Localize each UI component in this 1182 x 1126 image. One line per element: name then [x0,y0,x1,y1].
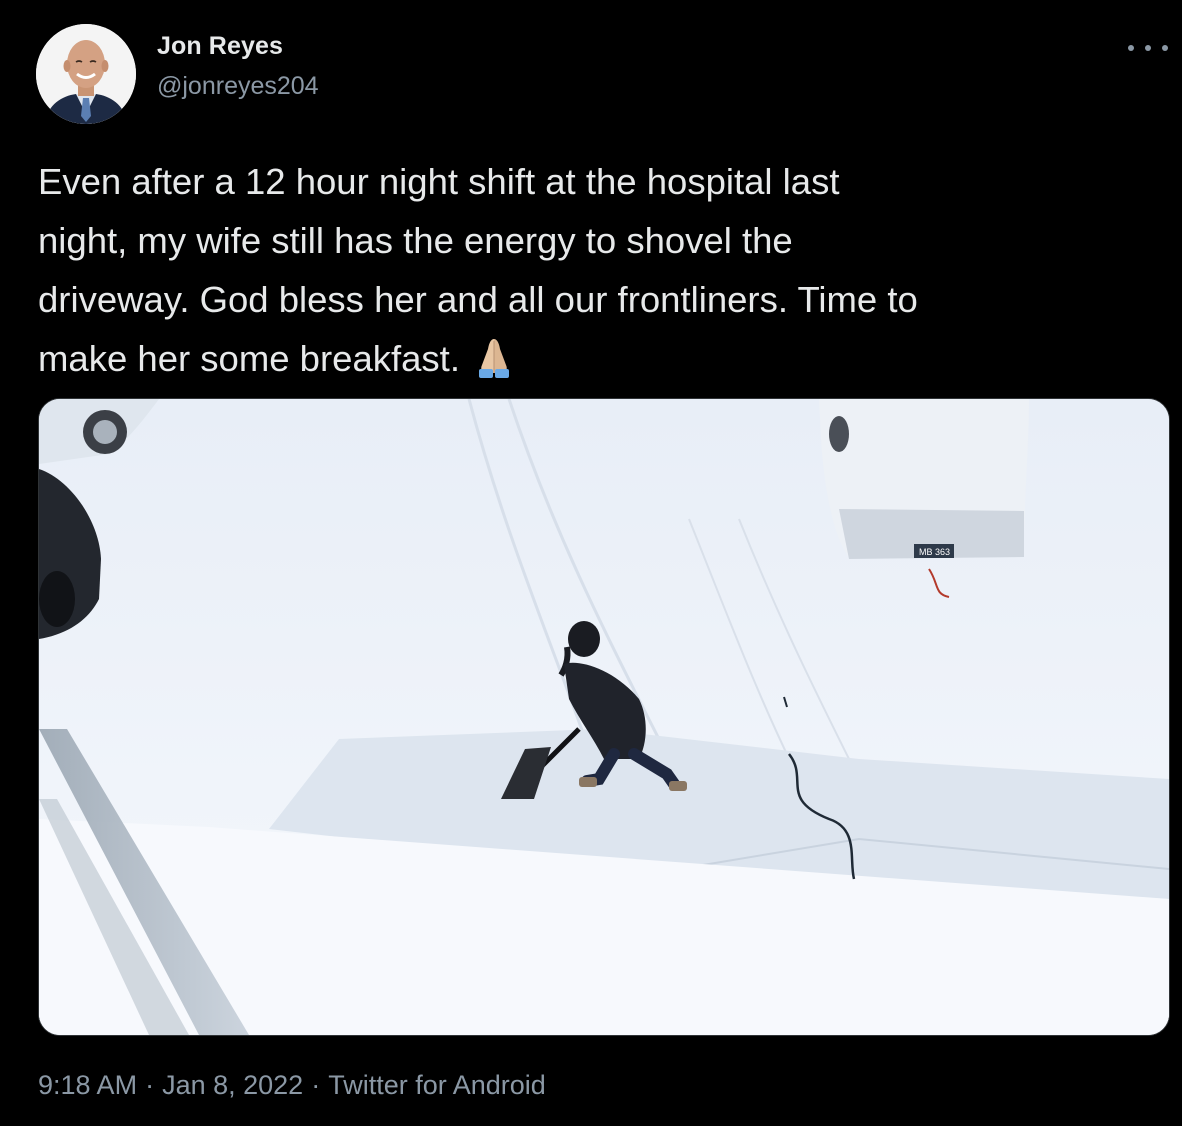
tweet-date[interactable]: Jan 8, 2022 [162,1070,303,1100]
license-plate: MB 363 [919,547,950,557]
folded-hands-icon [470,335,518,396]
tweet-photo[interactable]: MB 363 [38,398,1170,1036]
author-display-name[interactable]: Jon Reyes [157,32,283,61]
tweet-text: Even after a 12 hour night shift at the … [38,152,1158,396]
tweet-meta: 9:18 AM · Jan 8, 2022 · Twitter for Android [38,1070,546,1101]
more-options-button[interactable] [1128,36,1168,60]
author-avatar[interactable] [36,24,136,124]
ellipsis-icon [1145,45,1151,51]
ellipsis-icon [1128,45,1134,51]
tweet-source[interactable]: Twitter for Android [328,1070,546,1100]
snow-driveway-photo: MB 363 [39,399,1169,1035]
meta-separator: · [145,1070,155,1100]
tweet-time[interactable]: 9:18 AM [38,1070,137,1100]
meta-separator: · [311,1070,321,1100]
ellipsis-icon [1162,45,1168,51]
tweet-card: Jon Reyes @jonreyes204 Even after a 12 h… [0,0,1182,1126]
author-handle[interactable]: @jonreyes204 [157,72,319,101]
person-avatar-icon [36,24,136,124]
